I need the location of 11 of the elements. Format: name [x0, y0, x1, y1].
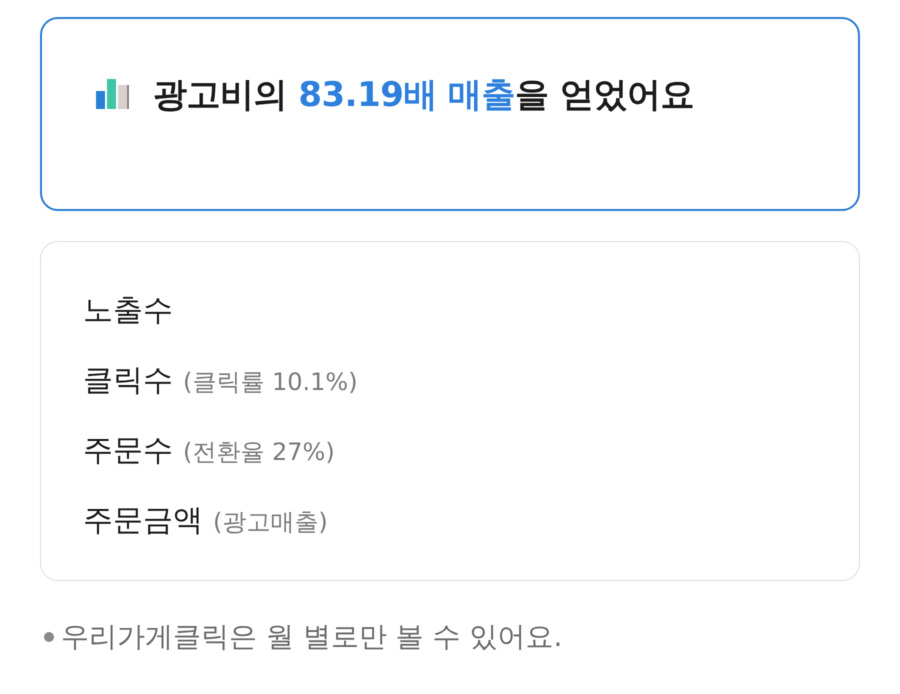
- metric-label: 주문금액: [83, 502, 203, 540]
- footnote-text: 우리가게클릭은 월 별로만 볼 수 있어요.: [61, 619, 562, 655]
- summary-title: 광고비의 83.19배 매출을 얻었어요: [153, 75, 694, 115]
- metric-note: (전환율 27%): [183, 437, 335, 468]
- metric-note: (클릭률 10.1%): [183, 367, 358, 398]
- metric-label: 주문수: [83, 432, 173, 470]
- metric-note: (광고매출): [213, 507, 328, 538]
- bar-chart-icon: [95, 79, 131, 109]
- metric-label: 클릭수: [83, 362, 173, 400]
- bullet-icon: [44, 632, 54, 642]
- metric-label: 노출수: [83, 292, 173, 330]
